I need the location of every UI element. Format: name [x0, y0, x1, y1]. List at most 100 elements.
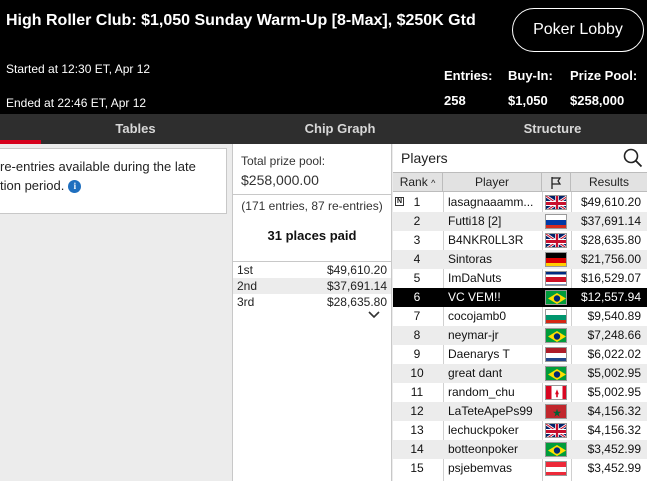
reentry-info-line-1: re-entries available during the late: [0, 159, 196, 174]
player-name: VC VEM!!: [448, 290, 501, 304]
player-result: $21,756.00: [580, 252, 641, 266]
reentry-info-line-2-wrap: tion period. i: [0, 178, 82, 193]
player-row[interactable]: 11 random_chu $5,002.95: [393, 383, 647, 402]
tournament-info-panel: re-entries available during the late tio…: [0, 144, 231, 481]
player-rank: 10: [410, 366, 424, 380]
player-rank: 14: [410, 442, 424, 456]
country-flag-br-icon: [545, 442, 567, 457]
country-flag-br-icon: [545, 366, 567, 381]
player-rank: 4: [413, 252, 421, 266]
tournament-lobby-window: High Roller Club: $1,050 Sunday Warm-Up …: [0, 0, 647, 481]
player-rank: 2: [413, 214, 421, 228]
tournament-header: High Roller Club: $1,050 Sunday Warm-Up …: [0, 0, 647, 114]
player-row[interactable]: 14 botteonpoker $3,452.99: [393, 440, 647, 459]
player-result: $28,635.80: [580, 233, 641, 247]
player-result: $4,156.32: [587, 423, 641, 437]
player-rank: 13: [410, 423, 424, 437]
player-result: $12,557.94: [580, 290, 641, 304]
rank-header-label: Rank: [399, 175, 428, 189]
player-rank: 3: [413, 233, 421, 247]
player-name: Sintoras: [448, 252, 493, 266]
player-rank: 5: [413, 271, 421, 285]
payout-amount: $49,610.20: [326, 263, 387, 277]
player-row[interactable]: 2 Futti18 [2] $37,691.14: [393, 212, 647, 231]
tab-chip-graph[interactable]: Chip Graph: [271, 114, 409, 144]
player-row[interactable]: 13 lechuckpoker $4,156.32: [393, 421, 647, 440]
results-column-header[interactable]: Results: [571, 173, 647, 192]
player-row[interactable]: N 1 lasagnaaamm... $49,610.20: [393, 193, 647, 212]
entries-label: Entries:: [444, 68, 493, 83]
player-name: Daenarys T: [448, 347, 510, 361]
player-name: random_chu: [448, 385, 515, 399]
payout-row: 1st $49,610.20: [233, 262, 391, 278]
player-row[interactable]: 4 Sintoras $21,756.00: [393, 250, 647, 269]
country-flag-bg-icon: [545, 309, 567, 324]
buyin-label: Buy-In:: [508, 68, 553, 83]
players-panel: Players Rank ^ Player Results N 1 lasagnaa…: [393, 144, 647, 481]
player-result: $7,248.66: [587, 328, 641, 342]
country-flag-ca-icon: [545, 385, 567, 400]
player-row[interactable]: 6 VC VEM!! $12,557.94: [393, 288, 647, 307]
player-row[interactable]: 5 ImDaNuts $16,529.07: [393, 269, 647, 288]
country-flag-ru-icon: [545, 214, 567, 229]
sort-up-icon: ^: [431, 178, 436, 188]
player-rank: 11: [410, 385, 424, 399]
player-result: $9,540.89: [587, 309, 641, 323]
country-flag-cr-icon: [545, 271, 567, 286]
country-column-header[interactable]: [542, 173, 571, 192]
reentry-info-line-2: tion period.: [0, 178, 65, 193]
prize-panel: Total prize pool: $258,000.00 (171 entri…: [232, 144, 392, 481]
player-result: $5,002.95: [587, 385, 641, 399]
entries-note: (171 entries, 87 re-entries): [241, 199, 383, 213]
player-name: psjebemvas: [448, 461, 513, 475]
rank-column-header[interactable]: Rank ^: [393, 173, 443, 192]
player-row[interactable]: 7 cocojamb0 $9,540.89: [393, 307, 647, 326]
player-result: $6,022.02: [587, 347, 641, 361]
country-flag-br-icon: [545, 290, 567, 305]
divider: [233, 194, 391, 195]
country-flag-gb-icon: [545, 233, 567, 248]
player-result: $16,529.07: [580, 271, 641, 285]
payout-amount: $28,635.80: [326, 295, 387, 309]
player-row[interactable]: 15 psjebemvas $3,452.99: [393, 459, 647, 478]
total-prize-pool-label: Total prize pool:: [241, 154, 326, 168]
chevron-down-icon[interactable]: [367, 308, 381, 320]
search-icon[interactable]: [623, 148, 643, 168]
info-icon[interactable]: i: [68, 180, 82, 193]
player-row[interactable]: 8 neymar-jr $7,248.66: [393, 326, 647, 345]
reentry-info-box: re-entries available during the late tio…: [0, 148, 227, 214]
end-time: Ended at 22:46 ET, Apr 12: [6, 96, 147, 110]
tab-bar: Tables Chip Graph Structure: [0, 114, 647, 144]
player-result: $5,002.95: [587, 366, 641, 380]
player-rank: 9: [413, 347, 421, 361]
player-rank: 7: [413, 309, 421, 323]
player-result: $49,610.20: [580, 195, 641, 209]
places-paid: 31 places paid: [267, 228, 357, 243]
player-column-header[interactable]: Player: [443, 173, 542, 192]
player-row[interactable]: 3 B4NKR0LL3R $28,635.80: [393, 231, 647, 250]
player-name: lechuckpoker: [448, 423, 519, 437]
player-row[interactable]: 10 great dant $5,002.95: [393, 364, 647, 383]
poker-lobby-button[interactable]: Poker Lobby: [512, 8, 644, 52]
player-rank: 6: [413, 290, 421, 304]
player-name: cocojamb0: [448, 309, 507, 323]
payout-amount: $37,691.14: [326, 279, 387, 293]
player-result: $3,452.99: [587, 461, 641, 475]
player-result: $3,452.99: [587, 442, 641, 456]
country-flag-gb-icon: [545, 423, 567, 438]
players-title: Players: [401, 150, 448, 166]
country-flag-at-icon: [545, 461, 567, 476]
flag-icon: [551, 177, 562, 189]
tab-structure[interactable]: Structure: [458, 114, 647, 144]
buyin-value: $1,050: [508, 93, 548, 108]
player-name: neymar-jr: [448, 328, 499, 342]
players-table-header: Rank ^ Player Results: [393, 172, 647, 192]
start-time: Started at 12:30 ET, Apr 12: [6, 62, 151, 76]
entries-value: 258: [444, 93, 466, 108]
country-flag-br-icon: [545, 328, 567, 343]
player-name: ImDaNuts: [448, 271, 502, 285]
player-rank: 12: [410, 404, 424, 418]
player-rank: 1: [413, 195, 421, 209]
player-row[interactable]: 9 Daenarys T $6,022.02: [393, 345, 647, 364]
player-row[interactable]: 12 LaTeteApePs99 $4,156.32: [393, 402, 647, 421]
